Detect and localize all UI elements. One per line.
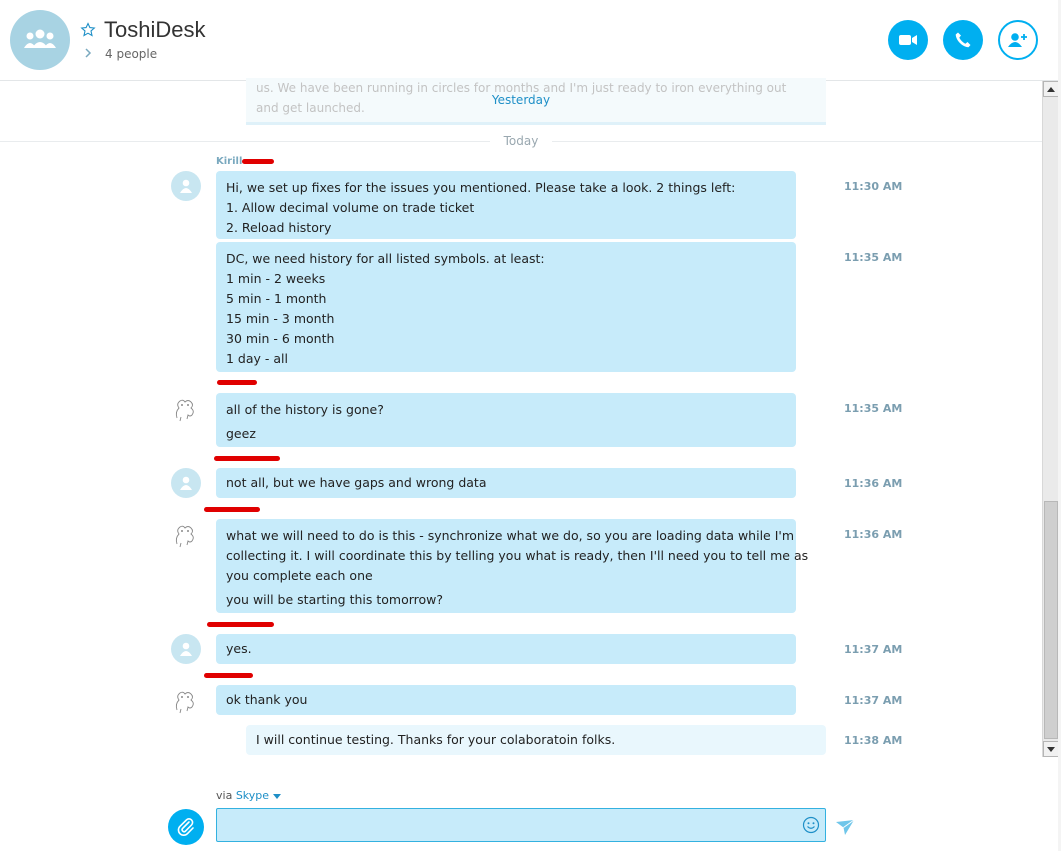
message-text: 1 min - 2 weeks [226, 271, 326, 286]
audio-call-button[interactable] [943, 20, 983, 60]
via-selector[interactable]: via Skype [216, 789, 281, 802]
message-bubble[interactable]: yes. [216, 634, 796, 664]
contact-avatar-icon[interactable] [171, 394, 201, 424]
message-input[interactable] [216, 808, 826, 842]
message-text: 1. Allow decimal volume on trade ticket [226, 200, 475, 215]
message-text: 2. Reload history [226, 220, 332, 235]
message-text: 5 min - 1 month [226, 291, 327, 306]
contact-avatar-icon[interactable] [171, 171, 201, 201]
message-bubble[interactable]: all of the history is gone? geez [216, 393, 796, 447]
message-bubble[interactable]: not all, but we have gaps and wrong data [216, 468, 796, 498]
contact-avatar-icon[interactable] [171, 520, 201, 550]
via-service-dropdown[interactable]: Skype [236, 789, 269, 802]
scrollbar-thumb[interactable] [1044, 501, 1058, 739]
message-text: yes. [226, 641, 252, 656]
participants-count[interactable]: 4 people [105, 47, 157, 61]
contact-avatar-icon[interactable] [171, 468, 201, 498]
redaction-mark [214, 456, 280, 461]
scroll-down-icon [1047, 746, 1055, 752]
message-text: Hi, we set up fixes for the issues you m… [226, 180, 736, 195]
message-timestamp: 11:36 AM [844, 528, 903, 541]
message-timestamp: 11:37 AM [844, 643, 903, 656]
chevron-right-icon[interactable] [83, 47, 93, 59]
star-icon[interactable] [80, 22, 96, 38]
scroll-up-icon [1047, 86, 1055, 92]
own-message-bubble[interactable]: I will continue testing. Thanks for your… [246, 725, 826, 755]
attach-icon [177, 818, 194, 837]
message-timestamp: 11:38 AM [844, 734, 903, 747]
date-divider-today: Today [490, 134, 552, 148]
redaction-mark [204, 673, 253, 678]
chat-scrollbar[interactable] [1042, 81, 1059, 757]
conversation-title[interactable]: ToshiDesk [104, 17, 205, 43]
redaction-mark [207, 622, 274, 627]
add-people-button[interactable] [998, 20, 1038, 60]
message-text: collecting it. I will coordinate this by… [226, 548, 809, 563]
contact-avatar-icon[interactable] [171, 686, 201, 716]
message-text: 1 day - all [226, 351, 288, 366]
chevron-down-icon[interactable] [272, 794, 281, 799]
message-text: DC, we need history for all listed symbo… [226, 251, 545, 266]
message-text: you will be starting this tomorrow? [226, 592, 444, 607]
message-text: not all, but we have gaps and wrong data [226, 475, 487, 490]
redaction-mark [217, 380, 257, 385]
sender-name: Kirill [216, 156, 243, 167]
message-timestamp: 11:36 AM [844, 477, 903, 490]
redaction-mark [204, 507, 260, 512]
add-people-icon [1008, 33, 1027, 47]
video-call-button[interactable] [888, 20, 928, 60]
message-timestamp: 11:35 AM [844, 251, 903, 264]
message-bubble[interactable]: DC, we need history for all listed symbo… [216, 242, 796, 372]
via-label: via [216, 789, 233, 802]
video-call-icon [899, 35, 917, 45]
redaction-mark [242, 159, 274, 164]
message-text: 15 min - 3 month [226, 311, 335, 326]
message-text: 30 min - 6 month [226, 331, 335, 346]
message-text: ok thank you [226, 692, 308, 707]
scroll-up-button[interactable] [1043, 81, 1059, 97]
message-text: all of the history is gone? [226, 402, 384, 417]
message-timestamp: 11:35 AM [844, 402, 903, 415]
message-text: what we will need to do is this - synchr… [226, 528, 795, 543]
message-text: geez [226, 426, 256, 441]
date-divider-yesterday: Yesterday [491, 93, 551, 107]
send-icon[interactable] [835, 818, 855, 836]
message-text: you complete each one [226, 568, 373, 583]
message-text: I will continue testing. Thanks for your… [256, 732, 616, 747]
message-timestamp: 11:30 AM [844, 180, 903, 193]
conversation-header: ToshiDesk 4 people [0, 0, 1058, 81]
attach-button[interactable] [168, 809, 204, 845]
group-avatar-icon[interactable] [10, 10, 70, 70]
contact-avatar-icon[interactable] [171, 634, 201, 664]
message-timestamp: 11:37 AM [844, 694, 903, 707]
message-bubble[interactable]: ok thank you [216, 685, 796, 715]
audio-call-icon [955, 32, 971, 48]
scroll-down-button[interactable] [1043, 741, 1059, 757]
emoji-icon[interactable] [802, 816, 820, 834]
message-bubble[interactable]: Hi, we set up fixes for the issues you m… [216, 171, 796, 239]
message-bubble[interactable]: what we will need to do is this - synchr… [216, 519, 809, 613]
